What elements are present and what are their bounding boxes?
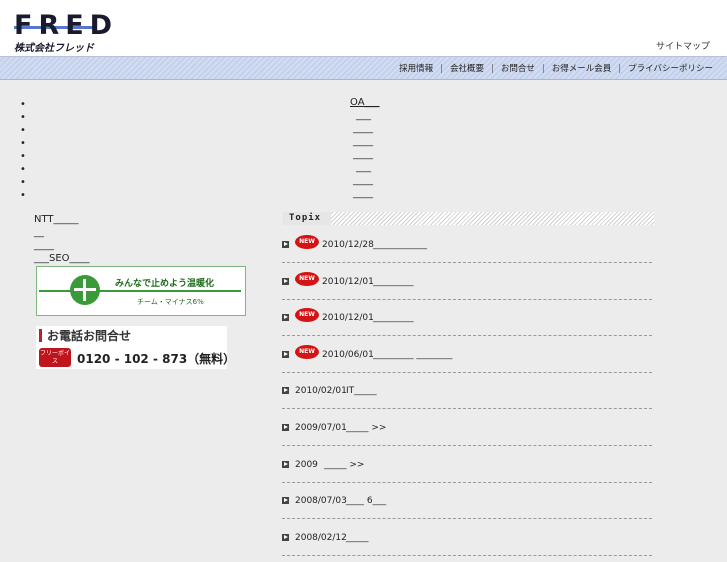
bullet-list: • • • • • • • • [20, 98, 26, 202]
left-link[interactable]: ____ [34, 240, 54, 251]
center-link[interactable]: ____ [353, 175, 373, 186]
row-divider [282, 262, 652, 263]
topix-heading: Topix [283, 212, 331, 225]
phone-number: 0120 - 102 - 873（無料） [77, 352, 236, 366]
topix-row: 2010/02/01 IT_____ [282, 379, 652, 415]
row-divider [282, 371, 652, 373]
topix-link[interactable]: ____________ [373, 240, 427, 250]
new-badge: NEW [295, 344, 319, 359]
arrow-icon [282, 241, 289, 248]
free-voice-badge: フリーボイス [39, 348, 71, 367]
left-link[interactable]: ___SEO____ [34, 253, 90, 264]
arrow-icon [282, 277, 289, 285]
nav-separator: | [440, 64, 443, 74]
topix-row: NEW 2010/12/01 _________ [282, 306, 652, 342]
nav-contact[interactable]: お問合せ [501, 64, 535, 74]
topix-link[interactable]: IT_____ [346, 386, 377, 396]
bullet-item: • [20, 190, 26, 201]
topix-row: 2008/07/03 ____ 6___ [282, 489, 652, 525]
arrow-icon [282, 424, 289, 431]
topix-row: NEW 2010/06/01 _________ ________ [282, 343, 652, 379]
bullet-item: • [20, 177, 26, 188]
nav-recruit[interactable]: 採用情報 [399, 64, 433, 74]
globe-icon [70, 275, 100, 305]
topix-link[interactable]: ____ 6___ [346, 496, 386, 506]
bullet-item: • [20, 151, 26, 162]
row-divider [282, 445, 652, 446]
topix-date: 2010/12/01 [322, 313, 374, 324]
nav-separator: | [491, 64, 494, 74]
left-link-list: NTT_____ __ ____ ___SEO____ [34, 213, 90, 265]
global-nav: 採用情報 | 会社概要 | お問合せ | お得メール会員 | プライバシーポリシー [399, 62, 713, 74]
center-link[interactable]: ____ [353, 149, 373, 160]
nav-privacy[interactable]: プライバシーポリシー [628, 64, 713, 74]
row-divider [282, 408, 652, 410]
team-minus-6-banner[interactable]: みんなで止めよう温暖化 チーム・マイナス6% [36, 266, 246, 316]
bullet-item: • [20, 164, 26, 175]
logo-subtitle: 株式会社フレッド [14, 43, 94, 54]
bullet-item: • [20, 99, 26, 110]
new-badge: NEW [295, 271, 319, 286]
topix-row: 2008/02/12 _____ [282, 526, 652, 562]
row-divider [282, 298, 652, 300]
topix-link[interactable]: _________ [373, 277, 414, 287]
nav-bar: 採用情報 | 会社概要 | お問合せ | お得メール会員 | プライバシーポリシー [0, 57, 727, 80]
company-logo[interactable]: FRED 株式会社フレッド [14, 12, 112, 54]
topix-date: 2010/06/01 [322, 349, 374, 360]
arrow-icon [282, 497, 289, 505]
topix-heading-bar: Topix [283, 212, 654, 225]
center-link[interactable]: ____ [353, 188, 373, 199]
bullet-item: • [20, 112, 26, 123]
nav-company[interactable]: 会社概要 [450, 64, 484, 74]
arrow-icon [282, 314, 289, 322]
topix-row: NEW 2010/12/28 ____________ [282, 233, 652, 269]
arrow-icon [282, 387, 289, 395]
center-link[interactable]: ___ [356, 162, 371, 173]
topix-link[interactable]: _____ >> [324, 460, 364, 470]
bullet-item: • [20, 138, 26, 149]
topix-date: 2010/02/01 [295, 386, 347, 397]
topix-date: 2010/12/28 [322, 240, 374, 250]
topix-row: 2009 _____ >> [282, 453, 652, 489]
bullet-item: • [20, 125, 26, 136]
topix-link[interactable]: _________ ________ [373, 350, 452, 360]
logo-text: FRED [14, 10, 119, 41]
nav-separator: | [618, 64, 622, 74]
arrow-icon [282, 533, 289, 541]
topix-date: 2008/07/03 [295, 496, 347, 507]
left-link[interactable]: NTT_____ [34, 214, 79, 225]
topix-date: 2008/02/12 [295, 532, 347, 543]
row-divider [282, 335, 652, 337]
row-divider [282, 554, 652, 556]
topix-link[interactable]: _________ [373, 313, 414, 323]
phone-contact-box: お電話お問合せ フリーボイス 0120 - 102 - 873（無料） [36, 326, 235, 369]
left-link[interactable]: __ [34, 227, 44, 238]
header: FRED 株式会社フレッド サイトマップ [0, 0, 727, 57]
arrow-icon [282, 460, 289, 468]
nav-separator: | [541, 64, 545, 74]
title-marker [39, 329, 42, 342]
sitemap-link[interactable]: サイトマップ [656, 39, 710, 52]
center-link[interactable]: ____ [353, 123, 373, 134]
topix-date: 2009/07/01 [295, 423, 347, 433]
new-badge: NEW [295, 235, 319, 249]
banner-title: みんなで止めよう温暖化 [115, 279, 215, 289]
center-link-list: OA___ ___ ____ ____ ____ ___ ____ ____ [350, 96, 380, 200]
topix-link[interactable]: _____ [346, 533, 369, 543]
center-link[interactable]: ___ [356, 110, 371, 121]
topix-row: 2009/07/01 _____ >> [282, 416, 652, 452]
banner-subtitle: チーム・マイナス6% [137, 298, 204, 306]
new-badge: NEW [295, 308, 319, 323]
row-divider [282, 481, 652, 483]
center-link[interactable]: OA___ [350, 97, 380, 108]
topix-row: NEW 2010/12/01 _________ [282, 270, 652, 306]
phone-title: お電話お問合せ [47, 329, 132, 343]
topix-link[interactable]: _____ >> [346, 423, 386, 433]
arrow-icon [282, 350, 289, 358]
topix-date: 2010/12/01 [322, 276, 374, 287]
row-divider [282, 518, 652, 520]
nav-mail-member[interactable]: お得メール会員 [552, 64, 612, 74]
topix-date: 2009 [295, 459, 318, 470]
center-link[interactable]: ____ [353, 136, 373, 147]
